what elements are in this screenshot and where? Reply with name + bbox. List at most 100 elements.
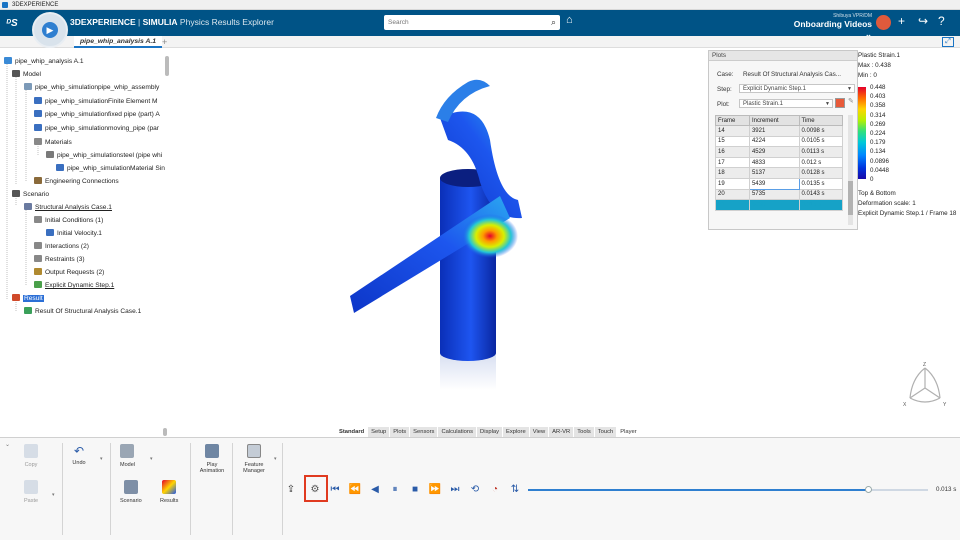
search-icon[interactable]: ⌕ <box>551 17 556 28</box>
tree-item[interactable]: Materials <box>34 137 72 149</box>
tree-item[interactable]: Initial Conditions (1) <box>34 215 103 227</box>
section-tab[interactable]: Display <box>477 427 504 437</box>
expand-icon[interactable]: ⤢ <box>942 37 954 47</box>
tree-item[interactable]: Model <box>12 69 41 81</box>
tree-item[interactable]: pipe_whip_simulationpipe_whip_assembly <box>24 82 159 94</box>
frame-row[interactable]: 17 4833 0.012 s <box>715 156 844 169</box>
frame-row[interactable]: 21 6030 0.015 s <box>715 199 844 211</box>
increment-cell: 5735 <box>748 188 800 201</box>
tree-item[interactable]: Scenario <box>12 189 49 201</box>
tree-item[interactable]: pipe_whip_simulationmoving_pipe (par <box>34 123 159 135</box>
tree-item-label: pipe_whip_simulationFinite Element M <box>45 98 158 105</box>
section-tab[interactable]: Explore <box>503 427 530 437</box>
paste-dropdown-icon[interactable]: ▾ <box>52 492 55 498</box>
section-tab[interactable]: Setup <box>368 427 391 437</box>
section-tab[interactable]: Player <box>617 427 641 437</box>
section-tab[interactable]: Plots <box>390 427 411 437</box>
pipe-whip-model[interactable] <box>340 78 540 408</box>
section-tab[interactable]: Tools <box>574 427 595 437</box>
next-frame-icon[interactable]: ⏩ <box>428 483 442 497</box>
section-tab[interactable]: View <box>529 427 550 437</box>
tree-node-icon <box>34 97 42 104</box>
axis-compass-widget[interactable]: Z X Y <box>900 360 950 410</box>
section-tab[interactable]: Calculations <box>438 427 478 437</box>
tree-item[interactable]: pipe_whip_simulationMaterial Sin <box>56 163 165 175</box>
first-frame-icon[interactable]: ⏮ <box>328 483 342 497</box>
last-frame-icon[interactable]: ⏭ <box>448 483 462 497</box>
timeline-slider[interactable] <box>528 486 928 493</box>
viewport-3d[interactable]: pipe_whip_analysis A.1 Model pipe_whip_sim… <box>0 48 960 438</box>
play-reverse-icon[interactable]: ◀ <box>368 483 382 497</box>
tree-item[interactable]: Restraints (3) <box>34 254 85 266</box>
frame-row[interactable]: 18 5137 0.0128 s <box>715 167 844 179</box>
results-button[interactable]: Results <box>160 480 178 504</box>
tag-icon[interactable]: ⌂ <box>566 14 573 26</box>
help-icon[interactable]: ? <box>938 14 945 29</box>
separator <box>190 443 191 535</box>
add-tab-button[interactable]: + <box>162 36 167 48</box>
feature-manager-button[interactable]: Feature Manager <box>238 444 270 474</box>
share-icon[interactable]: ↪ <box>918 14 928 29</box>
tree-item[interactable]: pipe_whip_simulationFinite Element M <box>34 96 158 108</box>
model-dropdown-icon[interactable]: ▾ <box>150 456 153 462</box>
col-frame: Frame <box>715 115 750 126</box>
tree-item[interactable]: pipe_whip_analysis A.1 <box>4 56 84 68</box>
swap-direction-icon[interactable]: ⇅ <box>508 483 522 497</box>
tree-item[interactable]: Result <box>12 293 44 305</box>
frame-row[interactable]: 15 4224 0.0105 s <box>715 135 844 148</box>
stop-icon[interactable]: ■ <box>408 483 422 497</box>
increment-cell: 4529 <box>748 146 800 158</box>
model-button[interactable]: Model <box>120 444 135 468</box>
frame-row[interactable]: 14 3921 0.0098 s <box>715 125 844 137</box>
search-input[interactable] <box>384 15 534 30</box>
edit-icon[interactable]: ✎ <box>848 97 854 105</box>
loop-icon[interactable]: ⟲ <box>468 483 482 497</box>
tree-item[interactable]: Initial Velocity.1 <box>46 228 102 240</box>
frame-row[interactable]: 16 4529 0.0113 s <box>715 146 844 158</box>
tree-item[interactable]: Interactions (2) <box>34 241 89 253</box>
frame-row[interactable]: 20 5735 0.0143 s <box>715 188 844 201</box>
add-icon[interactable]: + <box>898 14 905 29</box>
timeline-handle[interactable] <box>865 486 872 493</box>
tab-pipe-whip-analysis[interactable]: pipe_whip_analysis A.1 <box>74 36 163 48</box>
tree-item[interactable]: Explicit Dynamic Step.1 <box>34 280 114 292</box>
section-tab[interactable]: Sensors <box>410 427 439 437</box>
play-animation-button[interactable]: Play Animation <box>198 444 226 474</box>
paste-button[interactable]: Paste <box>24 480 38 504</box>
tree-item[interactable]: Structural Analysis Case.1 <box>24 202 112 214</box>
export-icon[interactable]: ⇪ <box>284 483 298 497</box>
frames-scroll-thumb[interactable] <box>848 181 853 215</box>
tree-item-label: Engineering Connections <box>45 178 119 185</box>
time-cell: 0.0098 s <box>798 125 844 137</box>
plot-color-icon[interactable] <box>835 98 845 108</box>
section-tab[interactable]: Standard <box>336 427 369 437</box>
plot-select[interactable]: Plastic Strain.1 ▼ <box>739 99 833 108</box>
avatar[interactable] <box>876 15 891 30</box>
pause-icon[interactable]: ⏸ <box>388 483 402 497</box>
speed-gauge-icon[interactable]: ◔ <box>488 483 502 497</box>
copy-button[interactable]: Copy <box>24 444 38 468</box>
chevron-down-icon[interactable]: ⌄ <box>5 441 10 448</box>
tree-scrollbar-bottom[interactable] <box>163 428 167 436</box>
color-scale-bar[interactable] <box>858 87 866 179</box>
feature-manager-dropdown-icon[interactable]: ▾ <box>274 456 277 462</box>
previous-frame-icon[interactable]: ⏪ <box>348 483 362 497</box>
section-tab[interactable]: Touch <box>594 427 618 437</box>
section-tab[interactable]: AR-VR <box>549 427 575 437</box>
scenario-button[interactable]: Scenario <box>120 480 142 504</box>
compass-widget[interactable]: ▶ <box>32 12 68 48</box>
search-box[interactable]: ⌕ <box>384 15 560 30</box>
frame-row[interactable]: 19 5439 0.0135 s <box>715 177 844 190</box>
tree-item[interactable]: Engineering Connections <box>34 176 119 188</box>
time-cell: 0.0128 s <box>798 167 844 179</box>
tree-item[interactable]: Output Requests (2) <box>34 267 104 279</box>
tree-item[interactable]: pipe_whip_simulationfixed pipe (part) A <box>34 109 160 121</box>
play-compass-icon[interactable]: ▶ <box>42 22 58 38</box>
step-select[interactable]: Explicit Dynamic Step.1 ▼ <box>739 84 855 93</box>
undo-dropdown-icon[interactable]: ▾ <box>100 456 103 462</box>
tree-item[interactable]: pipe_whip_simulationsteel (pipe whi <box>46 150 162 162</box>
tree-item[interactable]: Result Of Structural Analysis Case.1 <box>24 306 141 318</box>
undo-button[interactable]: ↶ Undo <box>72 444 86 466</box>
tree-scrollbar[interactable] <box>165 56 169 76</box>
frames-scrollbar[interactable] <box>848 115 853 225</box>
